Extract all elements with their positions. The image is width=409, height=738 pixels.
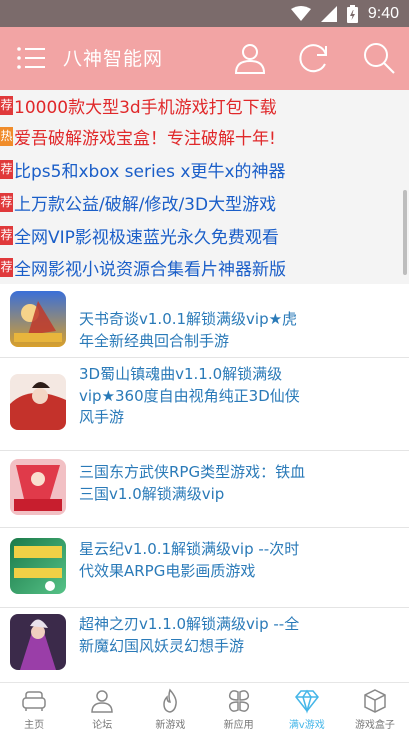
list-item[interactable]: 3D蜀山镇魂曲v1.1.0解锁满级vip★360度自由视角纯正3D仙侠风手游: [0, 358, 409, 450]
hot-badge: 热: [0, 126, 13, 146]
promo-link-text: 10000款大型3d手机游戏打包下载: [14, 97, 277, 118]
promo-link-text: 爱吾破解游戏宝盒！专注破解十年!: [14, 128, 276, 149]
status-bar: 9:40: [0, 0, 409, 27]
tab-home[interactable]: 主页: [0, 683, 68, 738]
game-thumbnail: [10, 538, 66, 594]
recommend-badge: 荐: [0, 192, 13, 212]
tab-new-games[interactable]: 新游戏: [136, 683, 204, 738]
tab-label: 新应用: [223, 720, 254, 731]
clover-icon: [228, 690, 249, 712]
tab-game-box[interactable]: 游戏盒子: [341, 683, 409, 738]
battery-icon: [346, 4, 358, 23]
app-bar: 八神智能网: [0, 27, 409, 90]
game-thumbnail: [10, 459, 66, 515]
sofa-icon: [22, 691, 46, 711]
game-title: 天书奇谈v1.0.1解锁满级vip★虎年全新经典回合制手游: [79, 310, 298, 350]
promo-link[interactable]: 荐 全网VIP影视极速蓝光永久免费观看: [0, 220, 279, 250]
scrollbar[interactable]: [403, 190, 407, 275]
cube-icon: [364, 689, 386, 713]
promo-link[interactable]: 热 爱吾破解游戏宝盒！专注破解十年!: [0, 121, 276, 151]
promo-link-text: 全网VIP影视极速蓝光永久免费观看: [14, 227, 279, 248]
tab-label: 主页: [24, 720, 45, 731]
promo-link-text: 上万款公益/破解/修改/3D大型游戏: [14, 194, 277, 215]
recommend-badge: 荐: [0, 95, 13, 115]
flame-icon: [163, 688, 178, 713]
wifi-icon: [290, 6, 311, 21]
game-title: 3D蜀山镇魂曲v1.1.0解锁满级vip★360度自由视角纯正3D仙侠风手游: [79, 365, 300, 426]
recommend-badge: 荐: [0, 225, 13, 245]
game-thumbnail: [10, 374, 66, 430]
list-item[interactable]: 天书奇谈v1.0.1解锁满级vip★虎年全新经典回合制手游: [0, 284, 409, 357]
promo-link[interactable]: 荐 全网影视小说资源合集看片神器新版: [0, 252, 286, 282]
promo-link[interactable]: 荐 10000款大型3d手机游戏打包下载: [0, 90, 277, 120]
list-item[interactable]: 星云纪v1.0.1解锁满级vip --次时代效果ARPG电影画质游戏: [0, 528, 409, 607]
search-icon[interactable]: [362, 41, 396, 75]
user-profile-icon[interactable]: [233, 41, 267, 75]
tab-forum[interactable]: 论坛: [68, 683, 136, 738]
user-icon: [91, 690, 114, 713]
promo-link[interactable]: 荐 上万款公益/破解/修改/3D大型游戏: [0, 187, 276, 217]
tab-new-apps[interactable]: 新应用: [205, 683, 273, 738]
tab-label: 论坛: [92, 720, 113, 731]
promo-list: 荐 10000款大型3d手机游戏打包下载 热 爱吾破解游戏宝盒！专注破解十年! …: [0, 90, 409, 284]
promo-link[interactable]: 荐 比ps5和xbox series x更牛x的神器: [0, 154, 286, 184]
tab-vip-games[interactable]: 满v游戏: [273, 683, 341, 738]
clock-time: 9:40: [367, 4, 399, 22]
app-title: 八神智能网: [63, 48, 164, 70]
game-title: 超神之刃v1.1.0解锁满级vip --全新魔幻国风妖灵幻想手游: [79, 615, 300, 655]
promo-link-text: 比ps5和xbox series x更牛x的神器: [14, 161, 286, 182]
game-thumbnail: [10, 291, 66, 347]
list-item[interactable]: 超神之刃v1.1.0解锁满级vip --全新魔幻国风妖灵幻想手游: [0, 608, 409, 682]
tab-label: 游戏盒子: [354, 720, 395, 731]
game-title: 星云纪v1.0.1解锁满级vip --次时代效果ARPG电影画质游戏: [79, 540, 300, 580]
diamond-icon: [294, 689, 319, 714]
signal-icon: [320, 5, 337, 22]
recommend-badge: 荐: [0, 257, 13, 277]
list-item[interactable]: 三国东方武侠RPG类型游戏：铁血三国v1.0解锁满级vip: [0, 451, 409, 527]
game-list: 天书奇谈v1.0.1解锁满级vip★虎年全新经典回合制手游 3D蜀山镇魂曲v1.…: [0, 284, 409, 682]
menu-icon[interactable]: [16, 45, 46, 71]
bottom-tab-bar: 主页 论坛 新游戏 新应用 满v游戏 游戏盒子: [0, 682, 409, 738]
game-thumbnail: [10, 614, 66, 670]
tab-label: 新游戏: [155, 720, 186, 731]
promo-link-text: 全网影视小说资源合集看片神器新版: [14, 259, 286, 280]
recommend-badge: 荐: [0, 159, 13, 179]
game-title: 三国东方武侠RPG类型游戏：铁血三国v1.0解锁满级vip: [79, 463, 306, 503]
refresh-icon[interactable]: [297, 41, 331, 75]
tab-label: 满v游戏: [288, 720, 325, 731]
